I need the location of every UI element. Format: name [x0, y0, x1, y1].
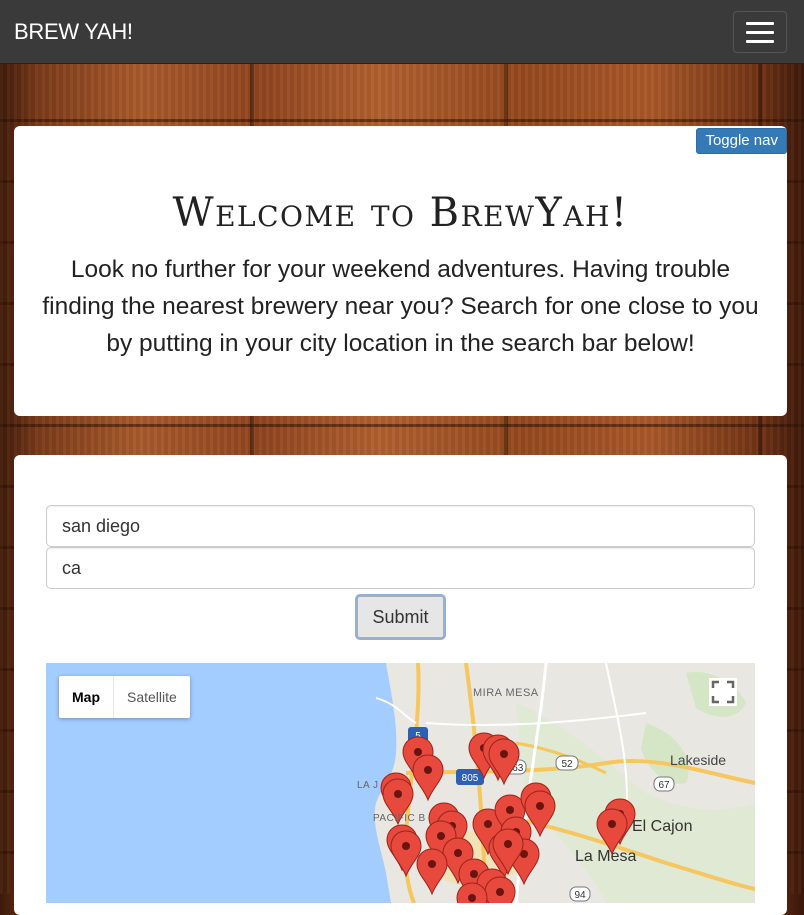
menu-toggle-button[interactable] — [733, 11, 787, 53]
hamburger-icon — [746, 21, 774, 25]
label-el-cajon: El Cajon — [632, 818, 693, 835]
map-type-control: Map Satellite — [59, 676, 190, 718]
fullscreen-button[interactable] — [709, 678, 737, 706]
label-lakeside: Lakeside — [670, 752, 727, 768]
label-mira-mesa: MIRA MESA — [473, 687, 539, 699]
brewery-map[interactable]: 5 805 163 52 67 94 — [46, 663, 755, 903]
brand-logo[interactable]: BREW YAH! — [14, 19, 133, 45]
page-title: Welcome to BrewYah! — [172, 190, 629, 236]
state-input[interactable] — [46, 547, 755, 589]
shield-52: 52 — [561, 759, 573, 770]
toggle-nav-button[interactable]: Toggle nav — [696, 128, 787, 154]
city-input[interactable] — [46, 505, 755, 547]
search-card: Submit 5 805 — [14, 455, 787, 915]
welcome-description: Look no further for your weekend adventu… — [42, 256, 759, 357]
label-pacific-beach: PACIFIC B — [373, 813, 426, 824]
shield-67: 67 — [658, 780, 670, 791]
navbar: BREW YAH! — [0, 0, 804, 64]
submit-button[interactable]: Submit — [357, 596, 444, 638]
label-la-jolla: LA J — [357, 780, 379, 791]
shield-94: 94 — [574, 890, 586, 901]
map-type-satellite-button[interactable]: Satellite — [114, 676, 190, 718]
welcome-card: Toggle nav Welcome to BrewYah! Look no f… — [14, 126, 787, 416]
fullscreen-icon — [711, 680, 735, 704]
shield-i805: 805 — [462, 773, 479, 784]
label-la-mesa: La Mesa — [575, 848, 637, 865]
map-type-map-button[interactable]: Map — [59, 676, 114, 718]
